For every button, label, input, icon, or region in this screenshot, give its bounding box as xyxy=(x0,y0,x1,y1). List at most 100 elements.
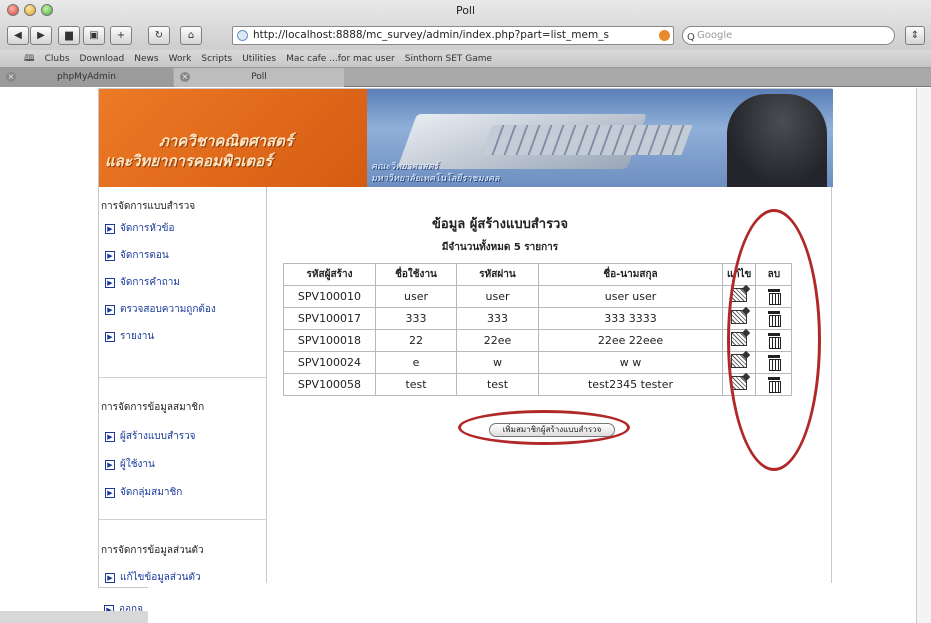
cell-creator-id: SPV100010 xyxy=(283,285,376,308)
banner-title-area: ภาควิชาคณิตศาสตร์ และวิทยาการคอมพิวเตอร์ xyxy=(99,89,367,187)
column-header-fullname: ชื่อ-นามสกุล xyxy=(538,263,723,286)
cell-username: user xyxy=(375,285,457,308)
search-field[interactable]: Q Google xyxy=(682,26,895,45)
page-title: ข้อมูล ผู้สร้างแบบสำรวจ xyxy=(432,217,568,232)
bookmark-scripts[interactable]: Scripts xyxy=(201,54,232,64)
cell-username: e xyxy=(375,351,457,374)
site-banner: ภาควิชาคณิตศาสตร์ และวิทยาการคอมพิวเตอร์… xyxy=(99,89,833,187)
bookmark-download[interactable]: Download xyxy=(80,54,125,64)
cell-password: w xyxy=(456,351,539,374)
printer-icon: ▆ xyxy=(65,30,73,41)
arrow-box-icon: ▶ xyxy=(105,572,115,583)
back-button[interactable]: ◀ xyxy=(7,26,29,45)
bookmark-sinthorn[interactable]: Sinthorn SET Game xyxy=(405,54,492,64)
home-icon: ⌂ xyxy=(187,30,195,41)
cell-password: test xyxy=(456,373,539,396)
arrow-box-icon: ▶ xyxy=(105,223,115,234)
cell-creator-id: SPV100058 xyxy=(283,373,376,396)
search-icon: Q xyxy=(687,32,695,43)
home-button[interactable]: ⌂ xyxy=(180,26,202,45)
sidebar-icon: ⇕ xyxy=(910,30,920,41)
sidebar-item-sections[interactable]: ▶ จัดการตอน xyxy=(105,248,169,263)
window-title: Poll xyxy=(455,4,476,17)
white-overlay-box xyxy=(148,583,854,623)
sidebar-divider xyxy=(99,377,267,378)
arrow-box-icon: ▶ xyxy=(105,487,115,498)
sidebar-item-topics[interactable]: ▶ จัดการหัวข้อ xyxy=(105,221,174,236)
table-row: SPV100024 e w w w xyxy=(283,351,793,374)
arrow-box-icon: ▶ xyxy=(105,304,115,315)
image-icon: ▣ xyxy=(89,30,99,41)
bookmark-mac-cafe[interactable]: Mac cafe ...for mac user xyxy=(286,54,395,64)
sidebar-menu: การจัดการแบบสำรวจ ▶ จัดการหัวข้อ ▶ จัดการต… xyxy=(99,187,267,589)
tab-overview-button[interactable]: ⇕ xyxy=(905,26,925,45)
table-row: SPV100018 22 22ee 22ee 22eee xyxy=(283,329,793,352)
cell-password: 22ee xyxy=(456,329,539,352)
page-margin xyxy=(0,88,98,623)
bookmark-utilities[interactable]: Utilities xyxy=(242,54,276,64)
annotation-ring-actions xyxy=(727,209,821,471)
vertical-scrollbar[interactable] xyxy=(916,88,931,623)
arrow-box-icon: ▶ xyxy=(105,459,115,470)
plus-icon: + xyxy=(116,30,126,41)
sidebar-heading-survey: การจัดการแบบสำรวจ xyxy=(101,201,196,212)
url-text: http://localhost:8888/mc_survey/admin/in… xyxy=(253,29,609,41)
reload-button[interactable]: ↻ xyxy=(148,26,170,45)
sidebar-item-questions[interactable]: ▶ จัดการคำถาม xyxy=(105,275,180,290)
cell-creator-id: SPV100018 xyxy=(283,329,376,352)
keyboard-keys-image xyxy=(481,125,693,155)
browser-window: Poll ◀ ▶ ▆ ▣ + ↻ ⌂ http://localhost:8888… xyxy=(0,0,931,623)
bookmark-clubs[interactable]: Clubs xyxy=(45,54,70,64)
sidebar-heading-personal: การจัดการข้อมูลส่วนตัว xyxy=(101,545,204,556)
column-header-creator-id: รหัสผู้สร้าง xyxy=(283,263,376,286)
sidebar-item-member-groups[interactable]: ▶ จัดกลุ่มสมาชิก xyxy=(105,485,182,500)
arrow-box-icon: ▶ xyxy=(105,331,115,342)
globe-icon xyxy=(237,30,248,41)
arrow-box-icon: ▶ xyxy=(105,431,115,442)
table-row: SPV100017 333 333 333 3333 xyxy=(283,307,793,330)
add-bookmark-button[interactable]: + xyxy=(110,26,132,45)
bookmarks-book-icon[interactable]: 🕮 xyxy=(24,51,35,67)
bookmark-news[interactable]: News xyxy=(134,54,158,64)
arrow-box-icon: ▶ xyxy=(105,250,115,261)
snapshot-button[interactable]: ▣ xyxy=(83,26,105,45)
column-header-password: รหัสผ่าน xyxy=(456,263,539,286)
tab-label: Poll xyxy=(251,72,267,82)
loading-indicator-icon xyxy=(659,30,670,41)
record-count: มีจำนวนทั้งหมด 5 รายการ xyxy=(441,242,559,253)
cell-creator-id: SPV100024 xyxy=(283,351,376,374)
address-field[interactable]: http://localhost:8888/mc_survey/admin/in… xyxy=(232,26,674,45)
banner-image: คณะวิทยาศาสตร์ มหาวิทยาลัยเทคโนโลยีราชมง… xyxy=(367,89,833,187)
sidebar-item-survey-creators[interactable]: ▶ ผู้สร้างแบบสำรวจ xyxy=(105,429,196,444)
cell-username: 333 xyxy=(375,307,457,330)
cell-password: user xyxy=(456,285,539,308)
cell-creator-id: SPV100017 xyxy=(283,307,376,330)
cell-fullname: 333 3333 xyxy=(538,307,723,330)
sidebar-item-report[interactable]: ▶ รายงาน xyxy=(105,329,154,344)
cell-password: 333 xyxy=(456,307,539,330)
cell-fullname: w w xyxy=(538,351,723,374)
forward-button[interactable]: ▶ xyxy=(30,26,52,45)
sidebar-item-users[interactable]: ▶ ผู้ใช้งาน xyxy=(105,457,155,472)
reload-icon: ↻ xyxy=(154,30,164,41)
table-row: SPV100010 user user user user xyxy=(283,285,793,308)
search-placeholder: Google xyxy=(697,30,733,41)
tab-bar: × phpMyAdmin × Poll xyxy=(0,68,931,87)
bookmark-work[interactable]: Work xyxy=(169,54,192,64)
tab-phpmyadmin[interactable]: × phpMyAdmin xyxy=(0,68,173,87)
site-container: ภาควิชาคณิตศาสตร์ และวิทยาการคอมพิวเตอร์… xyxy=(98,88,833,589)
creators-table: รหัสผู้สร้าง ชื่อใช้งาน รหัสผ่าน ชื่อ-นา… xyxy=(283,263,793,396)
banner-title-line2: และวิทยาการคอมพิวเตอร์ xyxy=(105,152,273,170)
bookmarks-bar: 🕮 Clubs Download News Work Scripts Utili… xyxy=(0,50,931,68)
cell-username: test xyxy=(375,373,457,396)
sidebar-heading-members: การจัดการข้อมูลสมาชิก xyxy=(101,402,205,413)
table-header-row: รหัสผู้สร้าง ชื่อใช้งาน รหัสผ่าน ชื่อ-นา… xyxy=(283,263,793,286)
tab-poll[interactable]: × Poll xyxy=(174,68,344,87)
sidebar-item-validation[interactable]: ▶ ตรวจสอบความถูกต้อง xyxy=(105,302,216,317)
cell-fullname: user user xyxy=(538,285,723,308)
banner-subtitle-line2: มหาวิทยาลัยเทคโนโลยีราชมงคล xyxy=(371,174,500,184)
cell-username: 22 xyxy=(375,329,457,352)
annotation-ring-add-button xyxy=(458,410,630,445)
print-button[interactable]: ▆ xyxy=(58,26,80,45)
cell-fullname: test2345 tester xyxy=(538,373,723,396)
